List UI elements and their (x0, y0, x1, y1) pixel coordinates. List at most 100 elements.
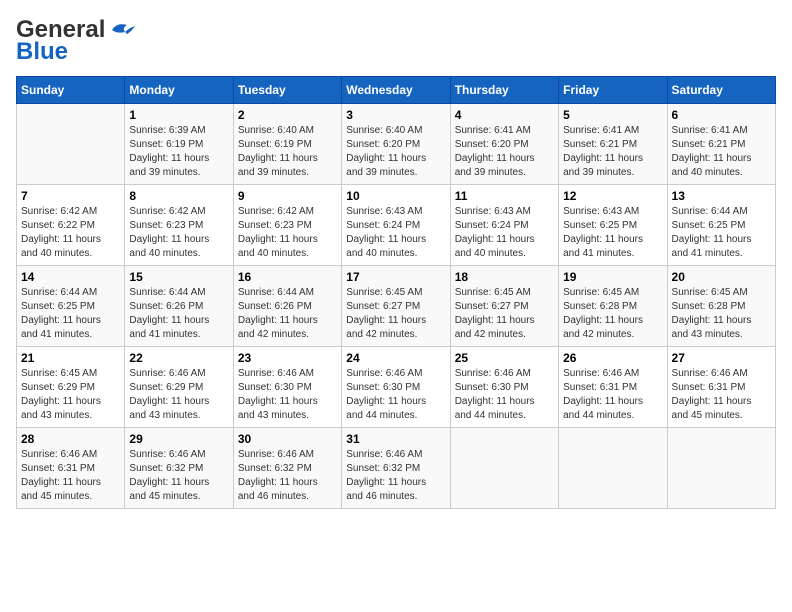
day-number: 28 (21, 432, 120, 446)
day-info: Sunrise: 6:46 AM Sunset: 6:30 PM Dayligh… (455, 367, 554, 423)
day-info: Sunrise: 6:45 AM Sunset: 6:29 PM Dayligh… (21, 367, 120, 423)
calendar-cell (559, 428, 667, 509)
day-number: 29 (129, 432, 228, 446)
calendar-week-2: 7 Sunrise: 6:42 AM Sunset: 6:22 PM Daylig… (17, 185, 776, 266)
day-number: 9 (238, 189, 337, 203)
calendar-cell: 31 Sunrise: 6:46 AM Sunset: 6:32 PM Dayli… (342, 428, 450, 509)
day-number: 24 (346, 351, 445, 365)
day-number: 14 (21, 270, 120, 284)
page-header: General Blue (16, 16, 776, 66)
day-info: Sunrise: 6:46 AM Sunset: 6:32 PM Dayligh… (129, 448, 228, 504)
calendar-cell: 19 Sunrise: 6:45 AM Sunset: 6:28 PM Dayli… (559, 266, 667, 347)
day-number: 27 (672, 351, 771, 365)
col-friday: Friday (559, 77, 667, 104)
day-info: Sunrise: 6:40 AM Sunset: 6:20 PM Dayligh… (346, 124, 445, 180)
day-info: Sunrise: 6:44 AM Sunset: 6:26 PM Dayligh… (238, 286, 337, 342)
col-wednesday: Wednesday (342, 77, 450, 104)
calendar-cell: 22 Sunrise: 6:46 AM Sunset: 6:29 PM Dayli… (125, 347, 233, 428)
calendar-week-1: 1Sunrise: 6:39 AM Sunset: 6:19 PM Daylig… (17, 104, 776, 185)
day-info: Sunrise: 6:43 AM Sunset: 6:24 PM Dayligh… (346, 205, 445, 261)
col-monday: Monday (125, 77, 233, 104)
day-info: Sunrise: 6:45 AM Sunset: 6:27 PM Dayligh… (455, 286, 554, 342)
calendar-cell: 9 Sunrise: 6:42 AM Sunset: 6:23 PM Daylig… (233, 185, 341, 266)
calendar-cell: 13Sunrise: 6:44 AM Sunset: 6:25 PM Dayli… (667, 185, 775, 266)
day-number: 10 (346, 189, 445, 203)
calendar-cell: 3 Sunrise: 6:40 AM Sunset: 6:20 PM Daylig… (342, 104, 450, 185)
calendar-cell: 1Sunrise: 6:39 AM Sunset: 6:19 PM Daylig… (125, 104, 233, 185)
col-tuesday: Tuesday (233, 77, 341, 104)
day-info: Sunrise: 6:43 AM Sunset: 6:24 PM Dayligh… (455, 205, 554, 261)
calendar-cell: 2Sunrise: 6:40 AM Sunset: 6:19 PM Daylig… (233, 104, 341, 185)
day-info: Sunrise: 6:46 AM Sunset: 6:29 PM Dayligh… (129, 367, 228, 423)
day-info: Sunrise: 6:46 AM Sunset: 6:31 PM Dayligh… (672, 367, 771, 423)
calendar-cell: 17 Sunrise: 6:45 AM Sunset: 6:27 PM Dayli… (342, 266, 450, 347)
day-number: 25 (455, 351, 554, 365)
day-info: Sunrise: 6:45 AM Sunset: 6:27 PM Dayligh… (346, 286, 445, 342)
logo-blue: Blue (16, 38, 68, 66)
calendar-cell: 20 Sunrise: 6:45 AM Sunset: 6:28 PM Dayli… (667, 266, 775, 347)
day-number: 3 (346, 108, 445, 122)
day-number: 6 (672, 108, 771, 122)
day-number: 7 (21, 189, 120, 203)
calendar-cell: 28 Sunrise: 6:46 AM Sunset: 6:31 PM Dayli… (17, 428, 125, 509)
calendar-cell: 21 Sunrise: 6:45 AM Sunset: 6:29 PM Dayli… (17, 347, 125, 428)
day-info: Sunrise: 6:44 AM Sunset: 6:26 PM Dayligh… (129, 286, 228, 342)
calendar-cell (450, 428, 558, 509)
col-thursday: Thursday (450, 77, 558, 104)
day-info: Sunrise: 6:46 AM Sunset: 6:32 PM Dayligh… (238, 448, 337, 504)
day-number: 19 (563, 270, 662, 284)
day-info: Sunrise: 6:46 AM Sunset: 6:31 PM Dayligh… (21, 448, 120, 504)
day-number: 12 (563, 189, 662, 203)
calendar-week-3: 14 Sunrise: 6:44 AM Sunset: 6:25 PM Dayli… (17, 266, 776, 347)
calendar-cell: 26 Sunrise: 6:46 AM Sunset: 6:31 PM Dayli… (559, 347, 667, 428)
day-number: 21 (21, 351, 120, 365)
calendar-cell: 14 Sunrise: 6:44 AM Sunset: 6:25 PM Dayli… (17, 266, 125, 347)
day-info: Sunrise: 6:44 AM Sunset: 6:25 PM Dayligh… (21, 286, 120, 342)
day-number: 31 (346, 432, 445, 446)
day-info: Sunrise: 6:41 AM Sunset: 6:21 PM Dayligh… (672, 124, 771, 180)
day-info: Sunrise: 6:41 AM Sunset: 6:20 PM Dayligh… (455, 124, 554, 180)
header-row: Sunday Monday Tuesday Wednesday Thursday… (17, 77, 776, 104)
day-number: 17 (346, 270, 445, 284)
day-info: Sunrise: 6:46 AM Sunset: 6:30 PM Dayligh… (238, 367, 337, 423)
col-sunday: Sunday (17, 77, 125, 104)
calendar-cell: 23 Sunrise: 6:46 AM Sunset: 6:30 PM Dayli… (233, 347, 341, 428)
logo: General Blue (16, 16, 137, 66)
day-number: 22 (129, 351, 228, 365)
calendar-cell: 24 Sunrise: 6:46 AM Sunset: 6:30 PM Dayli… (342, 347, 450, 428)
day-info: Sunrise: 6:40 AM Sunset: 6:19 PM Dayligh… (238, 124, 337, 180)
calendar-cell: 10 Sunrise: 6:43 AM Sunset: 6:24 PM Dayli… (342, 185, 450, 266)
day-number: 26 (563, 351, 662, 365)
day-info: Sunrise: 6:45 AM Sunset: 6:28 PM Dayligh… (672, 286, 771, 342)
day-info: Sunrise: 6:41 AM Sunset: 6:21 PM Dayligh… (563, 124, 662, 180)
day-info: Sunrise: 6:39 AM Sunset: 6:19 PM Dayligh… (129, 124, 228, 180)
day-info: Sunrise: 6:42 AM Sunset: 6:22 PM Dayligh… (21, 205, 120, 261)
day-info: Sunrise: 6:42 AM Sunset: 6:23 PM Dayligh… (238, 205, 337, 261)
day-info: Sunrise: 6:46 AM Sunset: 6:30 PM Dayligh… (346, 367, 445, 423)
day-number: 18 (455, 270, 554, 284)
calendar-week-5: 28 Sunrise: 6:46 AM Sunset: 6:31 PM Dayli… (17, 428, 776, 509)
day-info: Sunrise: 6:46 AM Sunset: 6:32 PM Dayligh… (346, 448, 445, 504)
day-number: 15 (129, 270, 228, 284)
day-number: 8 (129, 189, 228, 203)
calendar-cell: 6 Sunrise: 6:41 AM Sunset: 6:21 PM Daylig… (667, 104, 775, 185)
calendar-body: 1Sunrise: 6:39 AM Sunset: 6:19 PM Daylig… (17, 104, 776, 509)
calendar-cell: 4Sunrise: 6:41 AM Sunset: 6:20 PM Daylig… (450, 104, 558, 185)
day-info: Sunrise: 6:42 AM Sunset: 6:23 PM Dayligh… (129, 205, 228, 261)
calendar-cell: 12Sunrise: 6:43 AM Sunset: 6:25 PM Dayli… (559, 185, 667, 266)
logo-bird-icon (107, 20, 137, 40)
calendar-cell: 16Sunrise: 6:44 AM Sunset: 6:26 PM Dayli… (233, 266, 341, 347)
calendar-cell: 27 Sunrise: 6:46 AM Sunset: 6:31 PM Dayli… (667, 347, 775, 428)
calendar-table: Sunday Monday Tuesday Wednesday Thursday… (16, 76, 776, 509)
calendar-cell: 11 Sunrise: 6:43 AM Sunset: 6:24 PM Dayli… (450, 185, 558, 266)
day-info: Sunrise: 6:45 AM Sunset: 6:28 PM Dayligh… (563, 286, 662, 342)
day-number: 23 (238, 351, 337, 365)
day-info: Sunrise: 6:46 AM Sunset: 6:31 PM Dayligh… (563, 367, 662, 423)
calendar-cell (667, 428, 775, 509)
calendar-cell: 25 Sunrise: 6:46 AM Sunset: 6:30 PM Dayli… (450, 347, 558, 428)
col-saturday: Saturday (667, 77, 775, 104)
day-number: 30 (238, 432, 337, 446)
day-number: 5 (563, 108, 662, 122)
day-number: 20 (672, 270, 771, 284)
day-number: 11 (455, 189, 554, 203)
